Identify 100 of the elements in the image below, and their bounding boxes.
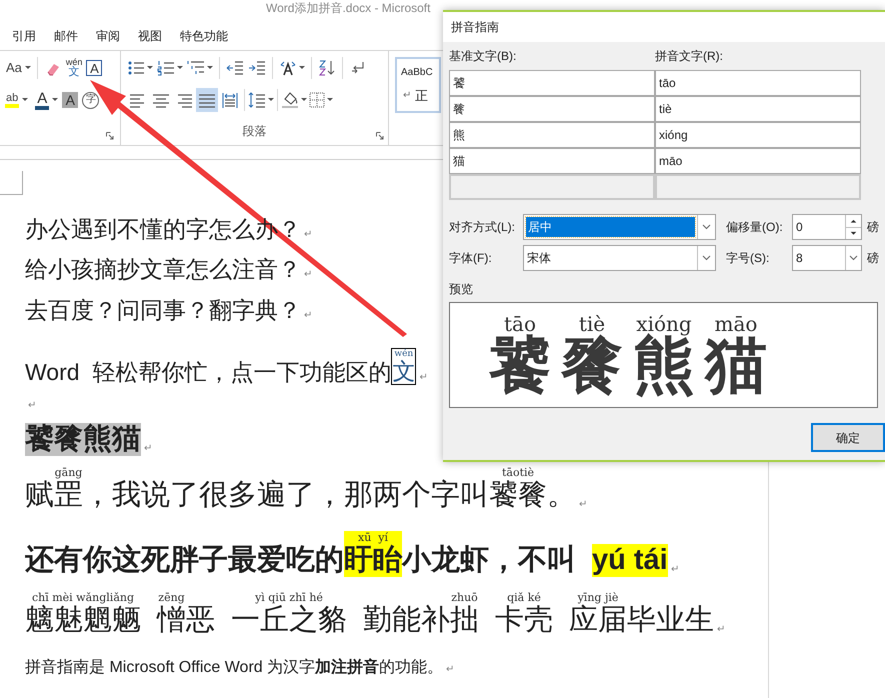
document-text: 还有你这死胖子最爱吃的 [25, 544, 344, 577]
paragraph-mark: ↵ [304, 230, 312, 240]
paragraph-mark: ↵ [304, 311, 312, 321]
caret-icon [301, 98, 307, 102]
preview-pinyin: māo [714, 313, 758, 335]
document-text: 。 [547, 478, 576, 512]
document-text: 给小孩摘抄文章怎么注音？ [25, 256, 301, 282]
pinyin-text: yīng jiè [578, 590, 618, 604]
style-name: 正 [415, 86, 428, 105]
justify-button[interactable] [196, 88, 218, 112]
ribbon-tab[interactable]: 特色功能 [172, 27, 236, 45]
paragraph-mark: ↵ [579, 500, 587, 510]
ribbon-tab[interactable]: 视图 [130, 27, 170, 45]
caret-icon [207, 66, 213, 70]
preview-character: 熊 [633, 335, 695, 397]
paragraph-mark: ↵ [28, 401, 36, 411]
document-text: 卡壳 [495, 604, 553, 637]
font-size-button[interactable]: Aa [6, 58, 31, 78]
paragraph-mark: ↵ [144, 444, 152, 454]
document-text: 去百度？问同事？翻字典？ [25, 296, 301, 323]
preview-character: 餮 [561, 335, 623, 397]
pinyin-text: zēng [158, 590, 185, 604]
chevron-down-icon [702, 255, 711, 261]
document-text: ，我说了很多遍了，那两个字叫 [83, 478, 489, 512]
preview-pinyin: tāo [504, 313, 536, 335]
pinyin-text: zhuō [451, 590, 478, 604]
line-spacing-icon[interactable] [248, 91, 266, 109]
character-border-button[interactable]: A [86, 60, 102, 76]
paragraph-mark: ↵ [304, 270, 312, 280]
borders-icon[interactable] [308, 91, 326, 109]
caret-icon [177, 66, 183, 70]
paragraph-mark: ↵ [717, 625, 725, 635]
caret-icon [268, 98, 274, 102]
pinyin-text: qiǎ ké [507, 590, 541, 604]
pinyin-text: tāotiè [502, 466, 534, 479]
preview-pinyin: xióng [636, 313, 692, 335]
ribbon-tab[interactable]: 审阅 [88, 27, 128, 45]
decrease-indent-icon[interactable] [226, 59, 244, 77]
page-corner-mark [0, 171, 23, 195]
style-gallery-item[interactable]: AaBbC ↵ 正 [395, 57, 441, 113]
field-label: 对齐方式(L): [449, 219, 516, 236]
caret-icon [22, 98, 28, 102]
bulleted-list-icon[interactable] [127, 59, 145, 77]
document-text: 一丘之貉 [231, 604, 347, 637]
preview-character: 猫 [705, 335, 767, 397]
paragraph-mark: ↵ [419, 373, 428, 383]
dialog-launcher-icon[interactable] [376, 132, 384, 140]
document-text: 憎 [157, 604, 186, 637]
offset-spinbox[interactable]: 0 [792, 214, 862, 240]
field-label: 字体(F): [449, 250, 493, 267]
window-title: Word添加拼音.docx - Microsoft [266, 1, 430, 15]
field-label: 拼音文字(R): [655, 48, 723, 65]
document-text: Word 轻松帮你忙，点一下功能区的 [25, 358, 392, 385]
table-cell[interactable]: 熊 [449, 122, 655, 148]
paint-bucket-icon[interactable] [281, 91, 299, 109]
pinyin-text: xū yí [358, 530, 388, 544]
field-label: 基准文字(B): [449, 48, 518, 65]
text-direction-icon[interactable] [279, 59, 297, 77]
input-field[interactable]: māo [655, 148, 861, 174]
field-label: 字号(S): [726, 250, 770, 267]
ribbon-tab[interactable]: 邮件 [46, 27, 86, 45]
increase-indent-icon[interactable] [248, 59, 266, 77]
input-field[interactable]: tiè [655, 96, 861, 122]
phonetic-guide-text: wén 文 [391, 348, 416, 385]
document-text: 盱眙 [344, 544, 402, 577]
unit-label: 磅 [867, 250, 879, 267]
numbered-list-icon[interactable] [157, 59, 175, 77]
document-text: 勤能补 [363, 604, 450, 637]
preview-character: 饕 [489, 335, 551, 397]
input-field[interactable]: tāo [655, 70, 861, 96]
document-text: 毕业生 [627, 604, 714, 637]
document-text: 拙 [450, 604, 479, 637]
ok-button[interactable]: 确定 [811, 423, 885, 452]
table-cell[interactable]: 饕 [449, 70, 655, 96]
paragraph-mark: ↵ [670, 565, 679, 575]
alignment-dropdown[interactable]: 居中 [523, 214, 716, 240]
sort-icon[interactable] [318, 59, 336, 77]
table-cell[interactable]: 餮 [449, 96, 655, 122]
dialog-title: 拼音指南 [451, 19, 499, 36]
highlight-button[interactable]: ab [5, 92, 28, 108]
paragraph-mark: ↵ [403, 89, 411, 103]
ribbon-tab[interactable]: 引用 [4, 27, 44, 45]
group-label: 段落 [242, 122, 266, 140]
caret-icon [299, 66, 305, 70]
caret-icon [327, 98, 333, 102]
unit-label: 磅 [867, 219, 879, 236]
dialog-launcher-icon[interactable] [106, 132, 114, 140]
multilevel-list-icon[interactable] [187, 59, 205, 77]
font-dropdown[interactable]: 宋体 [523, 245, 716, 271]
pinyin-text: yì qiū zhī hé [255, 590, 323, 604]
caret-icon [52, 98, 58, 102]
input-field[interactable]: xióng [655, 122, 861, 148]
font-color-button[interactable]: A [35, 90, 58, 110]
document-text: 魑魅魍魉 [25, 604, 141, 637]
size-dropdown[interactable]: 8 [792, 245, 862, 271]
document-text: 赋 [25, 478, 54, 512]
paragraph-mark: ↵ [446, 665, 454, 675]
table-cell[interactable]: 猫 [449, 148, 655, 174]
character-shading-button[interactable]: A [62, 92, 78, 108]
phonetic-guide-button[interactable]: wén 文 [66, 58, 82, 78]
